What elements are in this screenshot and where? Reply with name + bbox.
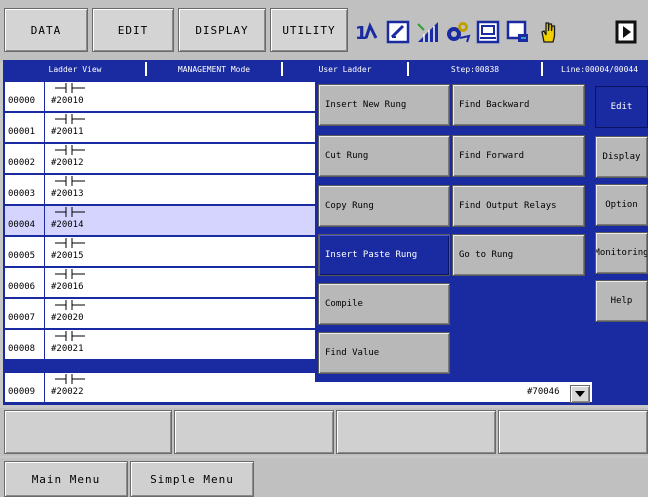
rung-label: #20016 (51, 282, 84, 292)
output-relay-label: #70046 (527, 387, 560, 397)
step-icon[interactable]: 1 (352, 18, 380, 46)
rung-label: #20015 (51, 251, 84, 261)
rung-label: #20013 (51, 189, 84, 199)
ladder-row[interactable]: 00000 #20010 (5, 82, 317, 112)
contact-icon (55, 238, 85, 248)
rung-number: 00002 (5, 144, 45, 173)
menu-edit[interactable]: EDIT (92, 8, 174, 52)
function-key-4[interactable] (498, 410, 648, 454)
contact-icon (55, 207, 85, 217)
rung-label: #20022 (51, 387, 84, 397)
tab-display[interactable]: Display (595, 136, 648, 178)
rung-number: 00006 (5, 268, 45, 297)
find-backward-button[interactable]: Find Backward (452, 84, 585, 126)
contact-icon (55, 83, 85, 93)
status-program: User Ladder (283, 62, 409, 76)
hand-icon[interactable] (534, 18, 562, 46)
io-monitor-icon[interactable] (474, 18, 502, 46)
find-forward-button[interactable]: Find Forward (452, 135, 585, 177)
contact-icon (55, 374, 85, 384)
find-output-relays-button[interactable]: Find Output Relays (452, 185, 585, 227)
rung-number: 00005 (5, 237, 45, 266)
ladder-row[interactable]: 00001 #20011 (5, 113, 317, 143)
compile-button[interactable]: Compile (318, 283, 450, 325)
status-view: Ladder View (5, 62, 147, 76)
rung-number: 00008 (5, 330, 45, 359)
function-key-2[interactable] (174, 410, 334, 454)
contact-icon (55, 331, 85, 341)
rung-label: #20021 (51, 344, 84, 354)
ladder-row[interactable]: 00006 #20016 (5, 268, 317, 298)
tab-edit[interactable]: Edit (595, 86, 648, 128)
ladder-row[interactable]: 00008 #20021 (5, 330, 317, 360)
rung-number: 00009 (5, 373, 45, 402)
menu-utility[interactable]: UTILITY (270, 8, 348, 52)
insert-paste-rung-button[interactable]: Insert Paste Rung (318, 234, 450, 276)
contact-icon (55, 114, 85, 124)
tab-option[interactable]: Option (595, 184, 648, 226)
simple-menu-button[interactable]: Simple Menu (130, 461, 254, 497)
menu-display[interactable]: DISPLAY (178, 8, 266, 52)
copy-rung-button[interactable]: Copy Rung (318, 185, 450, 227)
contact-icon (55, 269, 85, 279)
ladder-row[interactable]: 00002 #20012 (5, 144, 317, 174)
rung-number: 00000 (5, 82, 45, 111)
rung-label: #20014 (51, 220, 84, 230)
chevron-down-icon (575, 391, 585, 397)
ladder-row[interactable]: 00007 #20020 (5, 299, 317, 329)
play-icon[interactable] (612, 18, 640, 46)
svg-text:1: 1 (355, 23, 368, 44)
status-mode: MANAGEMENT Mode (147, 62, 283, 76)
dropdown-arrow-button[interactable] (570, 385, 590, 403)
cut-rung-button[interactable]: Cut Rung (318, 135, 450, 177)
rung-number: 00003 (5, 175, 45, 204)
chart-icon[interactable] (414, 18, 442, 46)
rung-label: #20011 (51, 127, 84, 137)
ladder-row-selected[interactable]: 00004 #20014 (5, 206, 317, 236)
rung-label: #20020 (51, 313, 84, 323)
main-menu-button[interactable]: Main Menu (4, 461, 128, 497)
tab-help[interactable]: Help (595, 280, 648, 322)
function-key-3[interactable] (336, 410, 496, 454)
rung-label: #20012 (51, 158, 84, 168)
menu-data[interactable]: DATA (4, 8, 88, 52)
rung-number: 00007 (5, 299, 45, 328)
go-to-rung-button[interactable]: Go to Rung (452, 234, 585, 276)
rung-number: 00001 (5, 113, 45, 142)
status-line: Line:00004/00044 (543, 62, 648, 76)
contact-icon (55, 176, 85, 186)
status-bar: Ladder View MANAGEMENT Mode User Ladder … (5, 62, 648, 76)
function-key-1[interactable] (4, 410, 172, 454)
insert-new-rung-button[interactable]: Insert New Rung (318, 84, 450, 126)
rung-label: #20010 (51, 96, 84, 106)
ladder-row[interactable]: 00005 #20015 (5, 237, 317, 267)
gears-icon[interactable] (444, 18, 472, 46)
window-arrow-icon[interactable] (504, 18, 532, 46)
tab-monitoring[interactable]: Monitoring (595, 232, 648, 274)
edit-window-icon[interactable] (384, 18, 412, 46)
ladder-row[interactable]: 00003 #20013 (5, 175, 317, 205)
rung-number: 00004 (5, 206, 45, 235)
contact-icon (55, 300, 85, 310)
find-value-button[interactable]: Find Value (318, 332, 450, 374)
status-step: Step:00838 (409, 62, 543, 76)
contact-icon (55, 145, 85, 155)
